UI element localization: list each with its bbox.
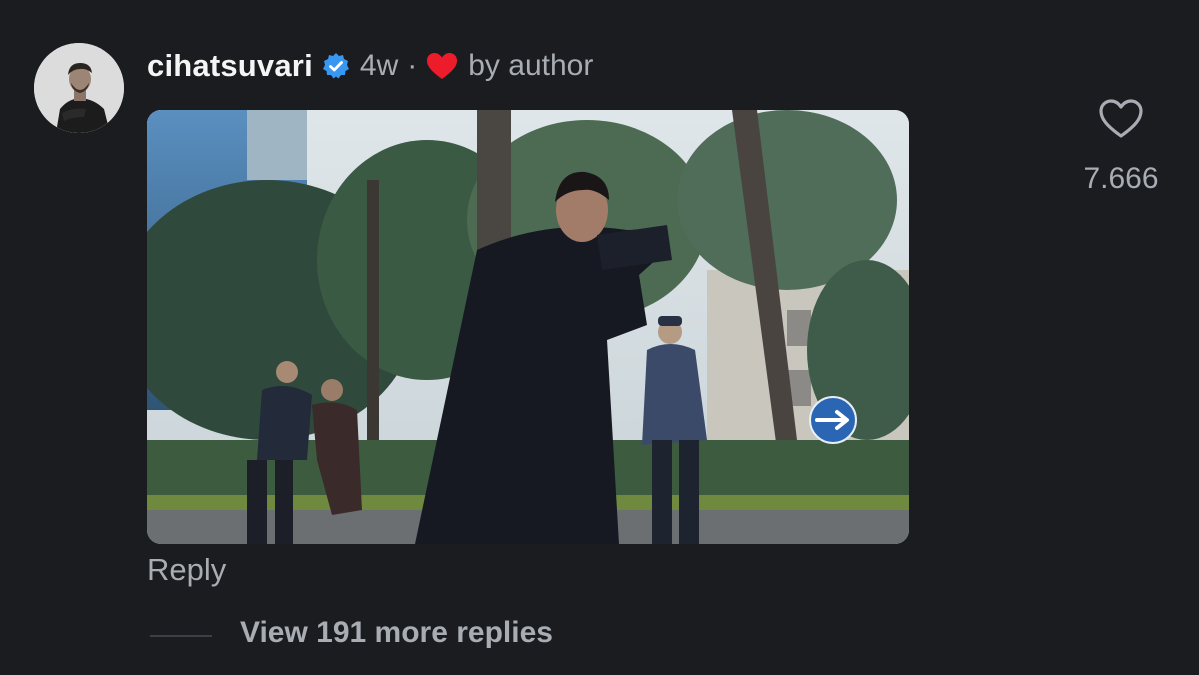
- comment-media-gif[interactable]: [147, 110, 909, 544]
- separator-dot: ·: [407, 49, 418, 82]
- reply-button[interactable]: Reply: [147, 552, 226, 588]
- like-count: 7.666: [1083, 162, 1159, 195]
- replies-divider: [150, 635, 212, 637]
- liked-by-author-label: by author: [468, 49, 594, 82]
- red-heart-icon: [426, 52, 458, 80]
- timestamp: 4w: [359, 49, 399, 82]
- comment-header: cihatsuvari 4w · by author: [147, 44, 593, 88]
- comment-screen: cihatsuvari 4w · by author 7.666 Reply V…: [0, 0, 1199, 675]
- avatar[interactable]: [34, 43, 124, 133]
- view-more-replies-button[interactable]: View 191 more replies: [240, 616, 553, 650]
- username[interactable]: cihatsuvari: [147, 48, 313, 84]
- heart-outline-icon[interactable]: [1098, 98, 1144, 140]
- verified-badge-icon: [322, 52, 350, 80]
